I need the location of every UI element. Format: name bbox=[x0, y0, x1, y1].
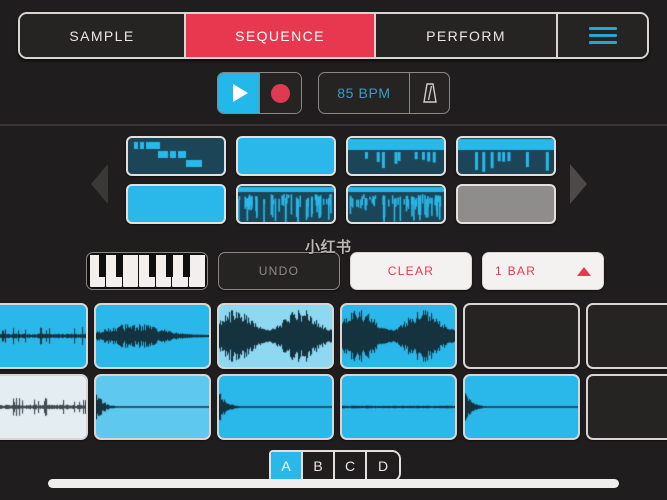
play-button[interactable] bbox=[218, 73, 259, 113]
hamburger-menu-button[interactable] bbox=[558, 14, 647, 57]
hamburger-menu-icon-line3 bbox=[588, 41, 617, 44]
main-tab-bar: SAMPLE SEQUENCE PERFORM bbox=[18, 12, 649, 59]
bank-selector: ABCD bbox=[269, 450, 401, 482]
home-indicator-bar bbox=[48, 479, 619, 488]
tab-sequence[interactable]: SEQUENCE bbox=[186, 14, 376, 57]
clear-button[interactable]: CLEAR bbox=[350, 252, 472, 290]
piano-black-key bbox=[149, 255, 156, 277]
section-divider bbox=[0, 124, 667, 126]
hamburger-menu-icon bbox=[588, 27, 617, 30]
play-record-group bbox=[217, 72, 302, 114]
sample-pad[interactable] bbox=[586, 374, 667, 440]
piano-black-key bbox=[99, 255, 106, 277]
bank-button-c[interactable]: C bbox=[335, 452, 367, 480]
piano-black-key bbox=[166, 255, 173, 277]
bank-button-d[interactable]: D bbox=[367, 452, 399, 480]
undo-label: UNDO bbox=[258, 264, 300, 278]
pattern-slot[interactable] bbox=[126, 184, 226, 224]
metronome-button[interactable] bbox=[409, 73, 449, 113]
bar-length-selector[interactable]: 1 BAR bbox=[482, 252, 604, 290]
sample-pad[interactable] bbox=[340, 374, 457, 440]
editor-controls-row: UNDO CLEAR 1 BAR bbox=[86, 252, 604, 290]
tempo-group: 85 BPM bbox=[318, 72, 450, 114]
watermark-label: 小红书 bbox=[305, 238, 352, 256]
piano-black-key bbox=[183, 255, 190, 277]
play-icon bbox=[232, 84, 248, 102]
bpm-display[interactable]: 85 BPM bbox=[319, 73, 409, 113]
sample-pad[interactable] bbox=[586, 303, 667, 369]
triangle-up-icon bbox=[577, 266, 591, 276]
record-icon bbox=[271, 83, 290, 103]
undo-button[interactable]: UNDO bbox=[218, 252, 340, 290]
pattern-next-arrow[interactable] bbox=[570, 164, 587, 204]
pattern-prev-arrow[interactable] bbox=[91, 164, 108, 204]
pattern-slot[interactable] bbox=[456, 184, 556, 224]
tab-perform[interactable]: PERFORM bbox=[376, 14, 558, 57]
pattern-grid-zone bbox=[0, 130, 667, 238]
pattern-grid bbox=[126, 136, 556, 224]
sample-pad[interactable] bbox=[340, 303, 457, 369]
sample-pad[interactable] bbox=[0, 374, 88, 440]
piano-white-key bbox=[122, 255, 139, 287]
clear-label: CLEAR bbox=[387, 264, 435, 278]
tab-sample-label: SAMPLE bbox=[69, 27, 135, 44]
pattern-slot[interactable] bbox=[456, 136, 556, 176]
transport-bar: 85 BPM bbox=[0, 68, 667, 118]
record-button[interactable] bbox=[259, 73, 301, 113]
tab-perform-label: PERFORM bbox=[426, 27, 506, 44]
piano-keyboard-button[interactable] bbox=[86, 252, 208, 290]
pattern-slot[interactable] bbox=[346, 184, 446, 224]
tab-sample[interactable]: SAMPLE bbox=[20, 14, 186, 57]
bank-button-a[interactable]: A bbox=[271, 452, 303, 480]
pattern-slot[interactable] bbox=[126, 136, 226, 176]
piano-white-key bbox=[188, 255, 205, 287]
sample-pad-grid bbox=[0, 303, 667, 440]
bank-button-b[interactable]: B bbox=[303, 452, 335, 480]
piano-black-key bbox=[116, 255, 123, 277]
sample-pad[interactable] bbox=[217, 374, 334, 440]
pattern-slot[interactable] bbox=[236, 136, 336, 176]
bar-length-label: 1 BAR bbox=[495, 264, 537, 278]
sample-pad[interactable] bbox=[0, 303, 88, 369]
hamburger-menu-icon-line2 bbox=[588, 34, 617, 37]
pattern-slot[interactable] bbox=[236, 184, 336, 224]
sample-pad[interactable] bbox=[94, 374, 211, 440]
sample-pad[interactable] bbox=[217, 303, 334, 369]
sample-pad[interactable] bbox=[463, 374, 580, 440]
metronome-icon bbox=[422, 83, 437, 103]
app-root: SAMPLE SEQUENCE PERFORM 85 BPM 小红书 UNDO … bbox=[0, 0, 667, 500]
pattern-slot[interactable] bbox=[346, 136, 446, 176]
sample-pad[interactable] bbox=[94, 303, 211, 369]
tab-sequence-label: SEQUENCE bbox=[235, 27, 325, 44]
sample-pad[interactable] bbox=[463, 303, 580, 369]
